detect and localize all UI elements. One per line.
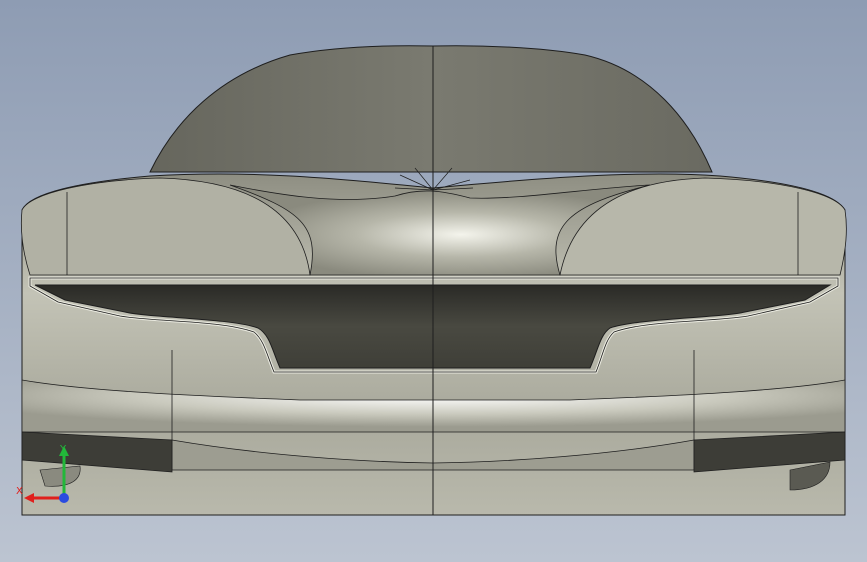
z-axis-marker — [59, 493, 69, 503]
roof-panel — [149, 45, 713, 173]
axis-triad: Y X — [16, 444, 69, 503]
y-axis-label: Y — [59, 444, 67, 455]
graphics-viewport[interactable]: Y X — [0, 0, 867, 562]
car-front-model[interactable] — [0, 0, 867, 562]
x-axis-label: X — [16, 486, 23, 497]
